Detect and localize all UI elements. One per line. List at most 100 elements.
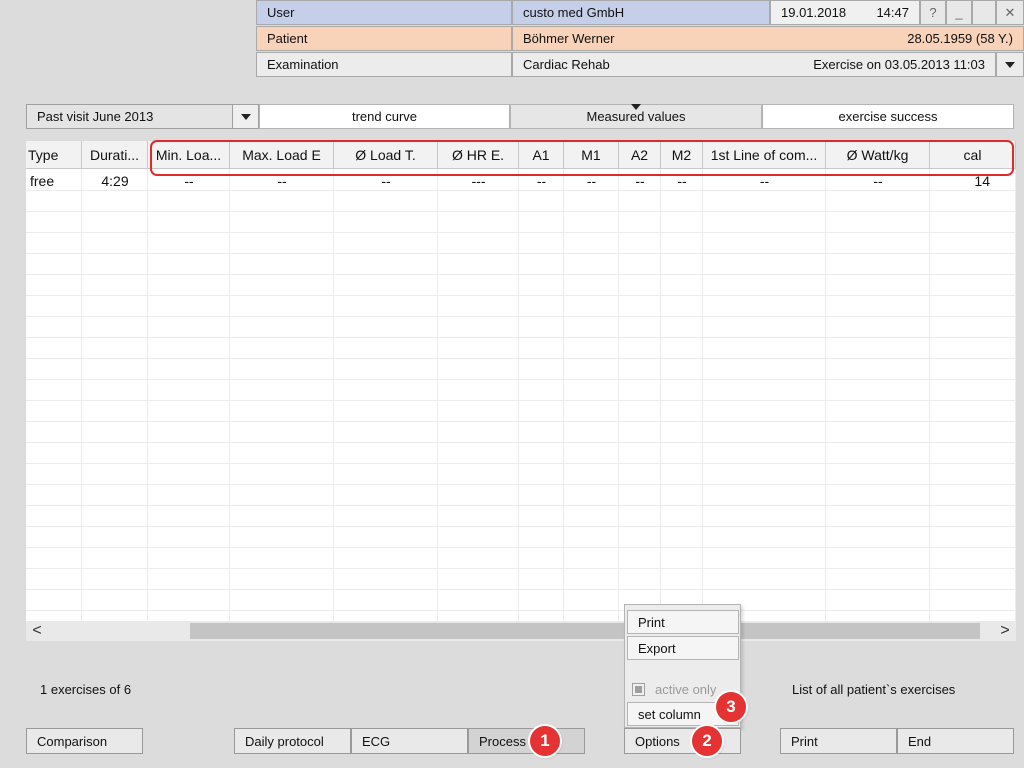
column-header[interactable]: Durati... (82, 141, 148, 169)
active-only-label: active only (655, 682, 717, 697)
header-patient-row: Patient Böhmer Werner 28.05.1959 (58 Y.) (256, 26, 1024, 52)
grid-line (26, 421, 1016, 422)
grid-line (26, 358, 1016, 359)
grid-line (825, 169, 826, 621)
column-header[interactable]: Ø Watt/kg (826, 141, 930, 169)
exam-label: Examination (256, 52, 512, 77)
tab-label: Measured values (586, 109, 686, 124)
grid-line (26, 253, 1016, 254)
grid-line (929, 169, 930, 621)
table-cell: -- (586, 173, 597, 189)
print-button[interactable]: Print (780, 728, 897, 754)
menu-item-export[interactable]: Export (627, 636, 739, 660)
tab-exercise-success[interactable]: exercise success (762, 104, 1014, 129)
grid-line (26, 379, 1016, 380)
grid-line (26, 484, 1016, 485)
column-header[interactable]: M1 (564, 141, 619, 169)
exam-select[interactable]: Cardiac Rehab Exercise on 03.05.2013 11:… (512, 52, 996, 77)
table-cell: -- (677, 173, 687, 189)
table-cell: free (30, 173, 55, 189)
datetime: 19.01.2018 14:47 (770, 0, 920, 25)
column-header[interactable]: 1st Line of com... (703, 141, 826, 169)
patient-dob: 28.05.1959 (58 Y.) (907, 31, 1013, 46)
grid-line (26, 568, 1016, 569)
menu-item-print[interactable]: Print (627, 610, 739, 634)
column-header[interactable]: Type (26, 141, 82, 169)
scroll-left-icon[interactable]: < (26, 621, 48, 641)
tab-active-marker-icon (631, 104, 641, 110)
column-header[interactable]: A2 (619, 141, 661, 169)
exam-type: Cardiac Rehab (523, 57, 610, 72)
column-header[interactable]: Ø Load T. (334, 141, 438, 169)
daily-protocol-button[interactable]: Daily protocol (234, 728, 351, 754)
table-header: Type Durati... Min. Loa... Max. Load EØ Loa… (26, 141, 1016, 169)
grid-line (26, 526, 1016, 527)
column-header[interactable]: M2 (661, 141, 703, 169)
table-cell: -- (759, 173, 770, 189)
exam-dropdown-button[interactable] (996, 52, 1024, 77)
ecg-button[interactable]: ECG (351, 728, 468, 754)
grid-line (660, 169, 661, 621)
grid-line (26, 232, 1016, 233)
step-badge-2: 2 (692, 726, 722, 756)
checkbox-icon (632, 683, 645, 696)
help-icon[interactable]: ? (920, 0, 946, 25)
grid-line (81, 169, 82, 621)
grid-line (26, 463, 1016, 464)
exam-detail: Exercise on 03.05.2013 11:03 (813, 57, 985, 72)
chevron-down-icon (240, 113, 251, 120)
end-button[interactable]: End (897, 728, 1014, 754)
grid-line (437, 169, 438, 621)
close-icon[interactable]: ✕ (996, 0, 1024, 25)
grid-line (26, 547, 1016, 548)
scroll-right-icon[interactable]: > (994, 621, 1016, 641)
active-only-checkbox: active only (632, 682, 716, 697)
exercise-list-label: List of all patient`s exercises (792, 682, 956, 697)
table-cell: -- (277, 173, 287, 189)
column-header[interactable]: Max. Load E (230, 141, 334, 169)
comparison-button[interactable]: Comparison (26, 728, 143, 754)
patient-name: Böhmer Werner (523, 31, 615, 46)
grid-line (518, 169, 519, 621)
chevron-down-icon (1005, 61, 1015, 68)
column-header[interactable]: cal (930, 141, 1016, 169)
grid-line (1015, 169, 1016, 621)
visit-select-value: Past visit June 2013 (37, 109, 154, 124)
grid-line (26, 442, 1016, 443)
tab-label: trend curve (351, 109, 418, 124)
tab-trend-curve[interactable]: trend curve (259, 104, 510, 129)
exercise-table: Type Durati... Min. Loa... Max. Load EØ Loa… (26, 141, 1016, 621)
header-user-row: User custo med GmbH 19.01.2018 14:47 ? _… (256, 0, 1024, 26)
table-cell: --- (471, 173, 486, 189)
table-cell: 14 (974, 173, 990, 189)
scroll-thumb[interactable] (190, 623, 980, 639)
grid-line (618, 169, 619, 621)
user-label: User (256, 0, 512, 25)
time-text: 14:47 (876, 5, 909, 20)
grid-line (26, 316, 1016, 317)
grid-line (702, 169, 703, 621)
column-header[interactable]: A1 (519, 141, 564, 169)
visit-dropdown-button[interactable] (232, 105, 258, 128)
table-cell: -- (635, 173, 645, 189)
grid-line (26, 589, 1016, 590)
grid-line (26, 274, 1016, 275)
column-header[interactable]: Min. Loa... (148, 141, 230, 169)
grid-line (26, 505, 1016, 506)
visit-select[interactable]: Past visit June 2013 (26, 104, 259, 129)
step-badge-1: 1 (530, 726, 560, 756)
grid-line (147, 169, 148, 621)
grid-line (563, 169, 564, 621)
grid-line (26, 337, 1016, 338)
table-cell: -- (184, 173, 194, 189)
window-spacer (972, 0, 996, 25)
tab-measured-values[interactable]: Measured values (510, 104, 762, 129)
process-button[interactable]: Process (468, 728, 585, 754)
options-button[interactable]: Options (624, 728, 741, 754)
user-value: custo med GmbH (512, 0, 770, 25)
table-cell: -- (873, 173, 883, 189)
minimize-icon[interactable]: _ (946, 0, 972, 25)
horizontal-scrollbar[interactable]: < > (26, 621, 1016, 641)
table-cell: 4:29 (101, 173, 129, 189)
column-header[interactable]: Ø HR E. (438, 141, 519, 169)
